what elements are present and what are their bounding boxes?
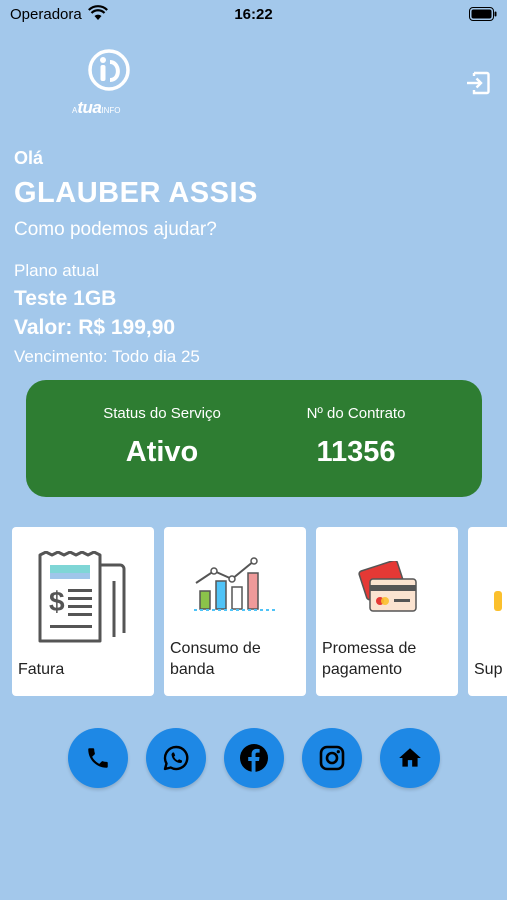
facebook-button[interactable] xyxy=(224,728,284,788)
tile-promessa-pagamento[interactable]: Promessa de pagamento xyxy=(316,527,458,696)
battery-icon xyxy=(469,7,497,25)
tile-fatura[interactable]: $ Fatura xyxy=(12,527,154,696)
support-icon xyxy=(492,587,507,622)
instagram-icon xyxy=(319,745,345,771)
tile-promessa-pagamento-label: Promessa de pagamento xyxy=(322,640,417,678)
invoice-icon: $ xyxy=(38,550,130,650)
bandwidth-chart-icon xyxy=(192,557,280,622)
logout-icon xyxy=(467,71,490,95)
service-status: Status do Serviço Ativo xyxy=(92,380,232,469)
tile-fatura-label: Fatura xyxy=(18,661,65,678)
service-tiles: $ Fatura Consumo de banda Promessa de pa… xyxy=(12,527,507,697)
contract-number-value: 11356 xyxy=(316,436,396,468)
logout-button[interactable] xyxy=(465,70,491,96)
phone-icon xyxy=(88,748,108,768)
whatsapp-icon xyxy=(163,745,189,771)
phone-button[interactable] xyxy=(68,728,128,788)
greeting: Olá xyxy=(14,148,44,168)
clock: 16:22 xyxy=(234,6,273,23)
home-icon xyxy=(399,748,421,767)
home-button[interactable] xyxy=(380,728,440,788)
facebook-icon xyxy=(240,744,268,772)
service-status-card: Status do Serviço Ativo Nº do Contrato 1… xyxy=(26,380,482,497)
svg-text:$: $ xyxy=(49,586,65,617)
tile-suporte[interactable]: Sup xyxy=(468,527,507,696)
plan-name: Teste 1GB xyxy=(14,287,117,310)
user-name: GLAUBER ASSIS xyxy=(14,177,258,209)
tile-consumo-banda[interactable]: Consumo de banda xyxy=(164,527,306,696)
tile-suporte-label: Sup xyxy=(474,661,503,678)
whatsapp-button[interactable] xyxy=(146,728,206,788)
contract-number: Nº do Contrato 11356 xyxy=(286,380,426,469)
help-text: Como podemos ajudar? xyxy=(14,219,217,240)
tile-consumo-banda-label: Consumo de banda xyxy=(170,640,261,678)
plan-value: Valor: R$ 199,90 xyxy=(14,316,176,339)
plan-due-date: Vencimento: Todo dia 25 xyxy=(14,347,200,366)
instagram-button[interactable] xyxy=(302,728,362,788)
plan-label: Plano atual xyxy=(14,261,100,280)
service-status-label: Status do Serviço xyxy=(103,405,221,422)
credit-card-icon xyxy=(356,559,420,620)
contract-number-label: Nº do Contrato xyxy=(306,405,406,422)
status-bar: Operadora 16:22 xyxy=(0,0,507,30)
service-status-value: Ativo xyxy=(125,436,199,468)
brand-logo-text: AtuaINFO xyxy=(72,98,121,117)
